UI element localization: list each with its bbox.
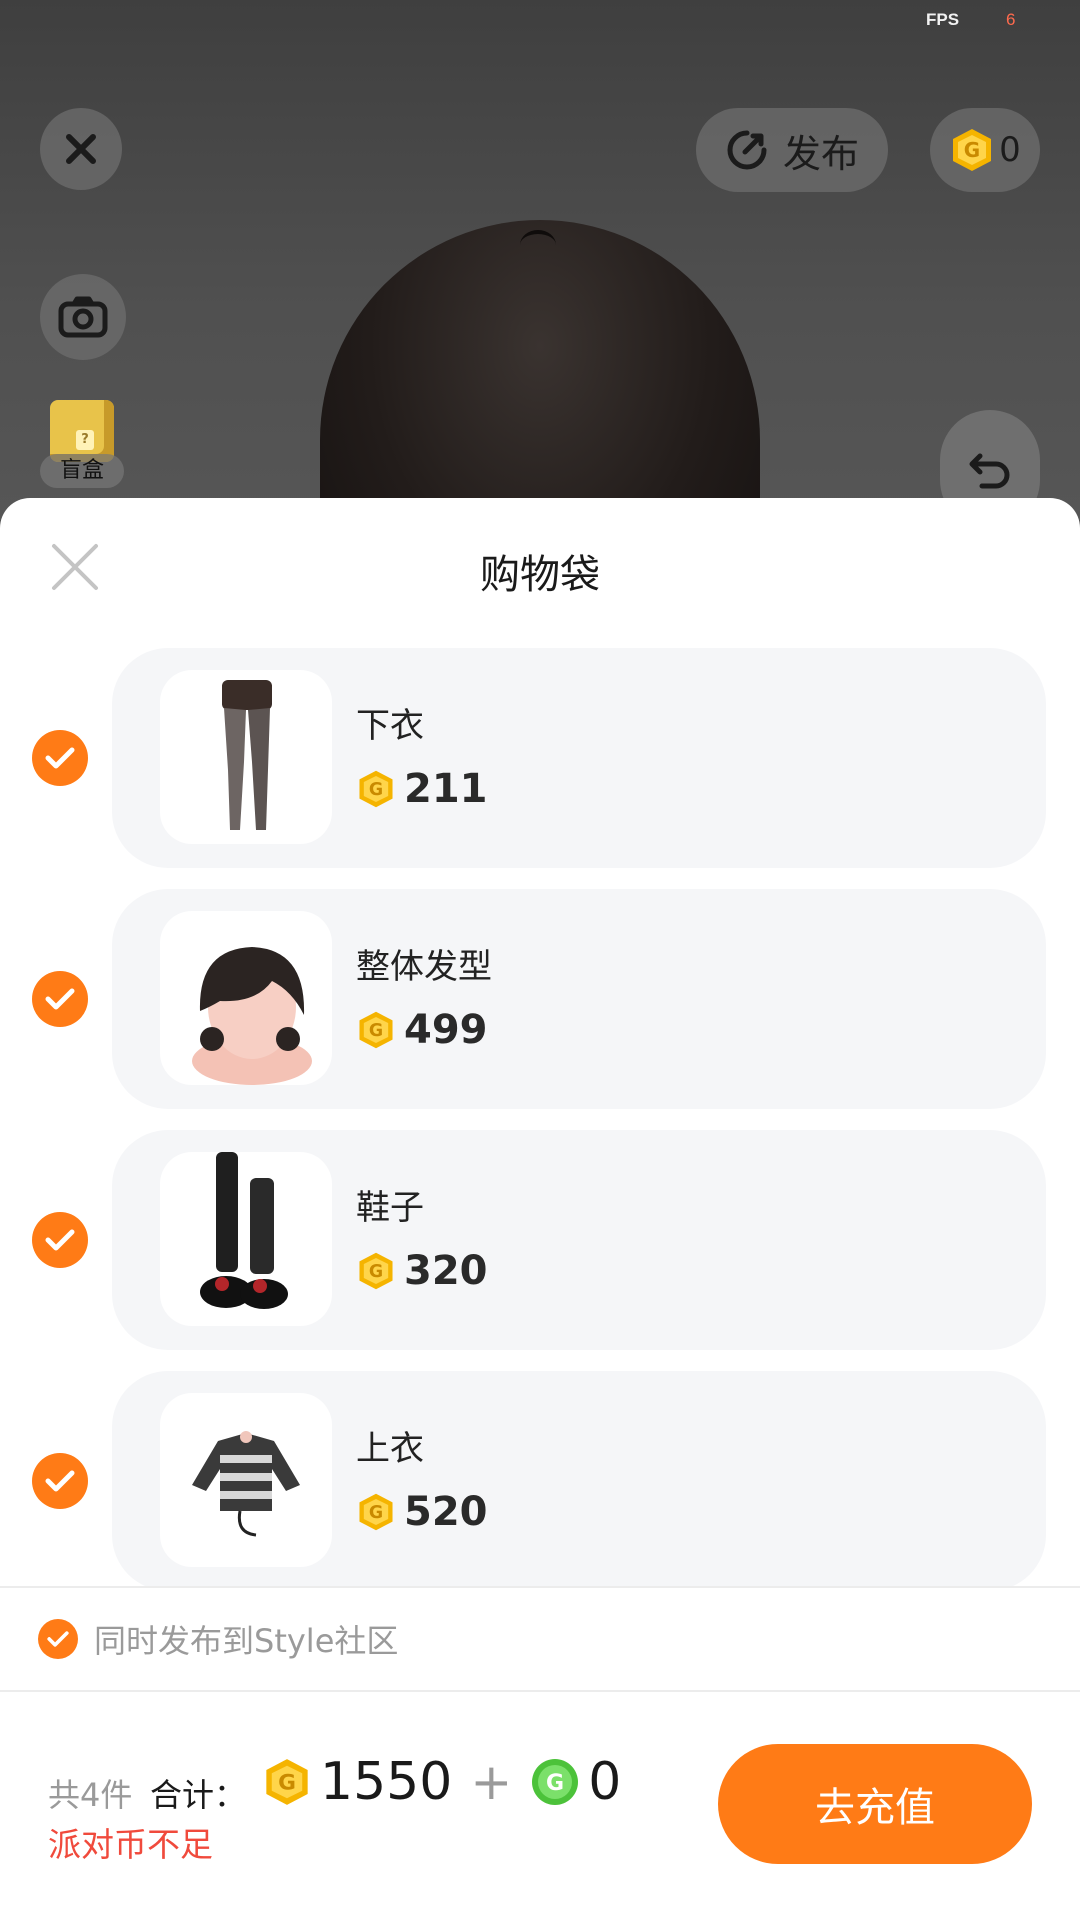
check-icon bbox=[45, 747, 75, 769]
item-thumbnail bbox=[160, 670, 332, 844]
item-card[interactable]: 整体发型 G 499 bbox=[112, 889, 1046, 1109]
item-thumbnail bbox=[160, 911, 332, 1085]
publish-button[interactable]: 发布 bbox=[696, 108, 888, 192]
item-price-value: 320 bbox=[404, 1248, 488, 1294]
coin-balance-value: 0 bbox=[999, 130, 1021, 170]
check-icon bbox=[45, 988, 75, 1010]
item-name: 整体发型 bbox=[356, 947, 492, 987]
avatar-preview[interactable]: FPS 6 发布 G 0 ? 盲盒 bbox=[0, 0, 1080, 520]
cart-item[interactable]: 下衣 G 211 bbox=[0, 648, 1080, 868]
gold-total: 1550 bbox=[320, 1752, 453, 1812]
shoes-icon bbox=[200, 1152, 288, 1309]
check-icon bbox=[45, 1470, 75, 1492]
fps-value: 6 bbox=[1006, 10, 1016, 29]
item-card[interactable]: 下衣 G 211 bbox=[112, 648, 1046, 868]
item-thumbnail bbox=[160, 1152, 332, 1326]
gold-coin-icon: G bbox=[266, 1759, 308, 1805]
item-checkbox[interactable] bbox=[32, 1212, 88, 1268]
item-price-value: 499 bbox=[404, 1007, 488, 1053]
coin-balance[interactable]: G 0 bbox=[930, 108, 1040, 192]
tights-icon bbox=[222, 680, 272, 830]
svg-text:G: G bbox=[369, 780, 383, 800]
sheet-title: 购物袋 bbox=[480, 552, 600, 598]
item-price: G 211 bbox=[356, 766, 488, 812]
cart-item[interactable]: 上衣 G 520 bbox=[0, 1371, 1080, 1591]
sweater-icon bbox=[192, 1431, 300, 1537]
camera-icon bbox=[58, 296, 108, 338]
green-coin-icon: G bbox=[532, 1759, 579, 1805]
recharge-button[interactable]: 去充值 bbox=[718, 1744, 1032, 1864]
svg-text:G: G bbox=[369, 1503, 383, 1523]
svg-text:G: G bbox=[278, 1771, 296, 1796]
item-thumbnail bbox=[160, 1393, 332, 1567]
gold-coin-icon: G bbox=[359, 1493, 393, 1531]
item-card[interactable]: 鞋子 G 320 bbox=[112, 1130, 1046, 1350]
item-price-value: 520 bbox=[404, 1489, 488, 1535]
publish-icon bbox=[727, 130, 767, 170]
item-name: 鞋子 bbox=[356, 1188, 424, 1228]
gold-coin-icon: G bbox=[359, 1252, 393, 1290]
item-price: G 320 bbox=[356, 1248, 488, 1294]
camera-button[interactable] bbox=[40, 274, 126, 360]
publish-label: 发布 bbox=[782, 131, 859, 176]
undo-icon bbox=[969, 453, 1010, 489]
cart-item[interactable]: 鞋子 G 320 bbox=[0, 1130, 1080, 1350]
gold-coin-icon: G bbox=[953, 129, 992, 171]
item-price: G 520 bbox=[356, 1489, 488, 1535]
plus-sign: + bbox=[470, 1753, 513, 1811]
gold-coin-icon: G bbox=[359, 1011, 393, 1049]
blind-box-button[interactable]: ? 盲盒 bbox=[40, 400, 130, 490]
svg-text:G: G bbox=[369, 1021, 383, 1041]
svg-text:G: G bbox=[546, 1771, 564, 1796]
item-checkbox[interactable] bbox=[32, 1453, 88, 1509]
insufficient-balance-warning: 派对币不足 bbox=[48, 1825, 213, 1864]
close-button[interactable] bbox=[40, 108, 122, 190]
avatar-hair bbox=[320, 220, 760, 520]
check-icon bbox=[47, 1631, 69, 1647]
total-label: 合计： bbox=[150, 1776, 247, 1814]
publish-checkbox[interactable] bbox=[38, 1619, 78, 1659]
item-name: 上衣 bbox=[356, 1429, 424, 1469]
close-icon bbox=[66, 134, 96, 164]
publish-option-label: 同时发布到Style社区 bbox=[94, 1622, 399, 1660]
item-price: G 499 bbox=[356, 1007, 488, 1053]
svg-text:G: G bbox=[964, 138, 980, 162]
blind-box-label: 盲盒 bbox=[40, 454, 124, 488]
item-checkbox[interactable] bbox=[32, 730, 88, 786]
publish-to-community-option[interactable]: 同时发布到Style社区 bbox=[38, 1616, 398, 1662]
cart-item[interactable]: 整体发型 G 499 bbox=[0, 889, 1080, 1109]
hairstyle-icon bbox=[192, 947, 312, 1085]
item-count: 共4件 bbox=[48, 1776, 133, 1814]
check-icon bbox=[45, 1229, 75, 1251]
divider bbox=[0, 1586, 1080, 1588]
item-name: 下衣 bbox=[356, 706, 424, 746]
green-total: 0 bbox=[588, 1752, 622, 1812]
item-price-value: 211 bbox=[404, 766, 488, 812]
item-checkbox[interactable] bbox=[32, 971, 88, 1027]
gold-coin-icon: G bbox=[359, 770, 393, 808]
divider bbox=[0, 1690, 1080, 1692]
svg-text:G: G bbox=[369, 1262, 383, 1282]
blind-box-icon: ? bbox=[50, 400, 114, 462]
total-cost: G 1550 + G 0 bbox=[262, 1752, 621, 1812]
item-card[interactable]: 上衣 G 520 bbox=[112, 1371, 1046, 1591]
fps-label: FPS bbox=[926, 10, 960, 29]
